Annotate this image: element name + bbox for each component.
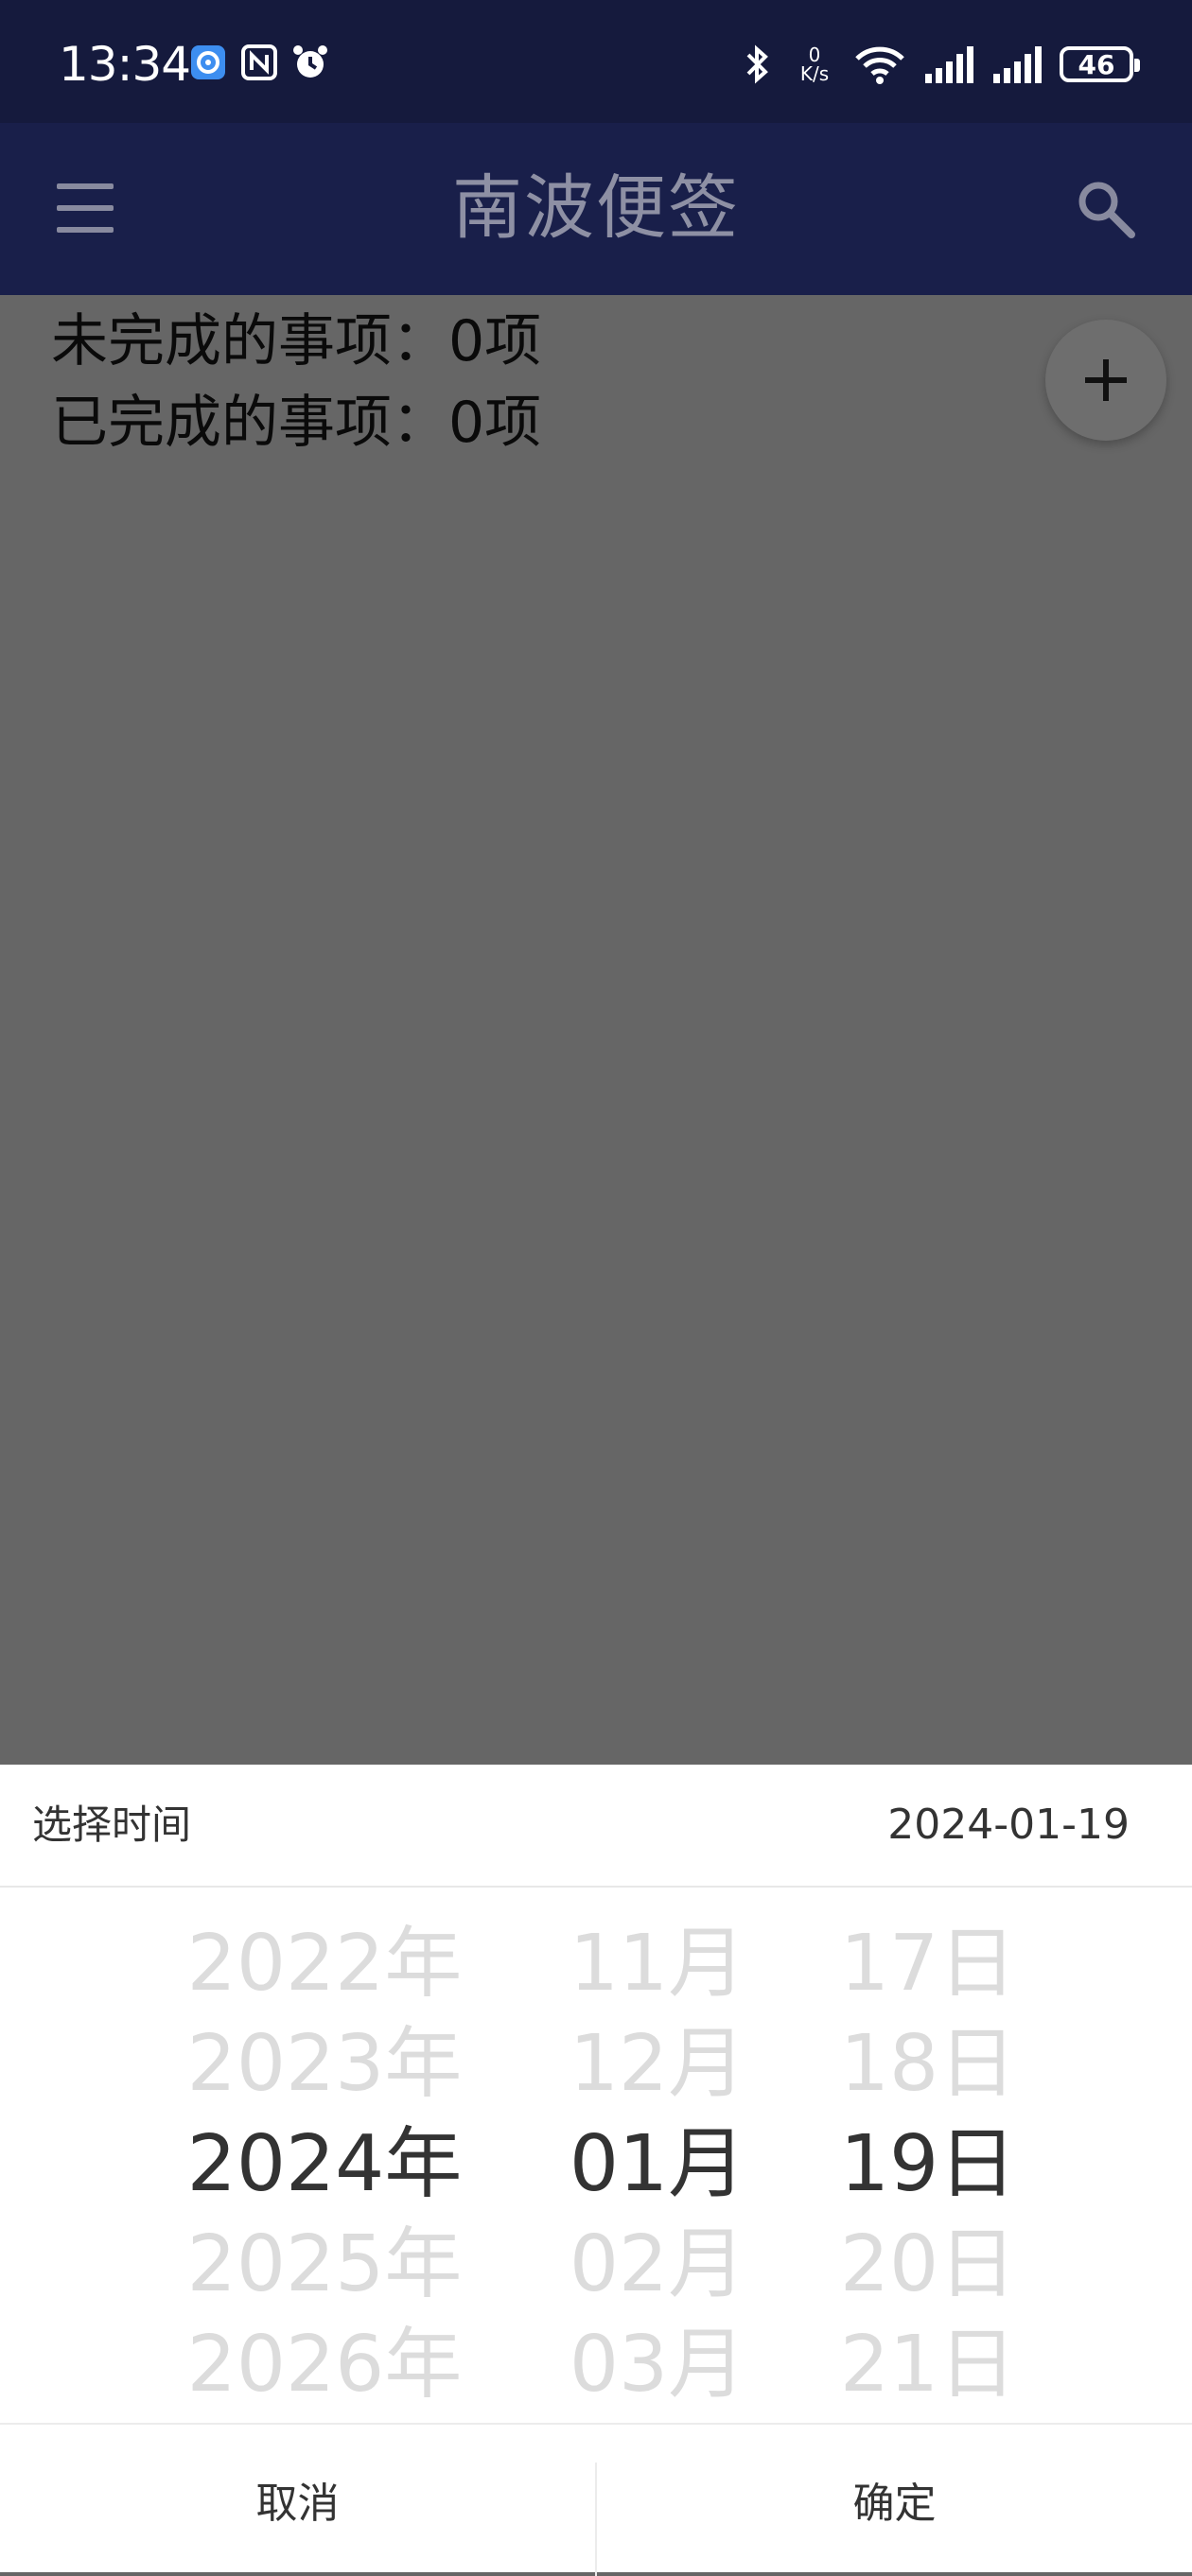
day-option[interactable]: 18日 [786,2014,1070,2115]
date-picker-sheet: 选择时间 2024-01-19 2022年 2023年 2024年 2025年 … [0,1765,1192,2576]
status-time: 13:34 [59,37,191,92]
app-title: 南波便签 [452,167,740,249]
day-option[interactable]: 17日 [786,1914,1070,2014]
month-option-selected[interactable]: 01月 [516,2115,799,2215]
incomplete-count: 未完成的事项：0项 [51,308,542,374]
month-option[interactable]: 11月 [516,1914,799,2014]
search-icon[interactable] [1073,176,1139,242]
network-speed: 0 K/s [799,44,830,85]
status-system-icons: 0 K/s 46 [738,38,1140,91]
year-wheel[interactable]: 2022年 2023年 2024年 2025年 2026年 [183,1914,466,2415]
selected-date-display: 2024-01-19 [887,1801,1130,1849]
year-option[interactable]: 2023年 [183,2014,466,2115]
month-option[interactable]: 02月 [516,2215,799,2315]
status-bar: 13:34 0 K/s 46 [0,0,1192,123]
cancel-button[interactable]: 取消 [0,2425,595,2574]
wifi-icon [853,45,906,84]
bluetooth-icon [738,44,776,84]
date-picker-title: 选择时间 [32,1801,192,1848]
month-option[interactable]: 03月 [516,2315,799,2415]
year-option[interactable]: 2026年 [183,2315,466,2415]
status-notification-icons [189,44,329,81]
signal-icon-sim2 [991,45,1043,83]
signal-icon-sim1 [923,45,974,83]
battery-indicator: 46 [1060,46,1140,82]
day-option[interactable]: 21日 [786,2315,1070,2415]
confirm-button[interactable]: 确定 [597,2425,1192,2574]
date-picker-actions: 取消 确定 [0,2423,1192,2576]
day-option[interactable]: 20日 [786,2215,1070,2315]
month-wheel[interactable]: 11月 12月 01月 02月 03月 [516,1914,799,2415]
year-option-selected[interactable]: 2024年 [183,2115,466,2215]
nfc-icon [240,44,278,81]
day-wheel[interactable]: 17日 18日 19日 20日 21日 [786,1914,1070,2415]
plus-icon [1085,359,1127,401]
completed-count: 已完成的事项：0项 [51,390,542,456]
year-option[interactable]: 2025年 [183,2215,466,2315]
month-option[interactable]: 12月 [516,2014,799,2115]
add-note-button[interactable] [1045,320,1166,441]
year-option[interactable]: 2022年 [183,1914,466,2014]
alarm-icon [291,44,329,81]
task-summary: 未完成的事项：0项 已完成的事项：0项 [51,301,541,463]
media-icon [189,44,227,81]
day-option-selected[interactable]: 19日 [786,2115,1070,2215]
date-picker-header: 选择时间 2024-01-19 [0,1765,1192,1888]
